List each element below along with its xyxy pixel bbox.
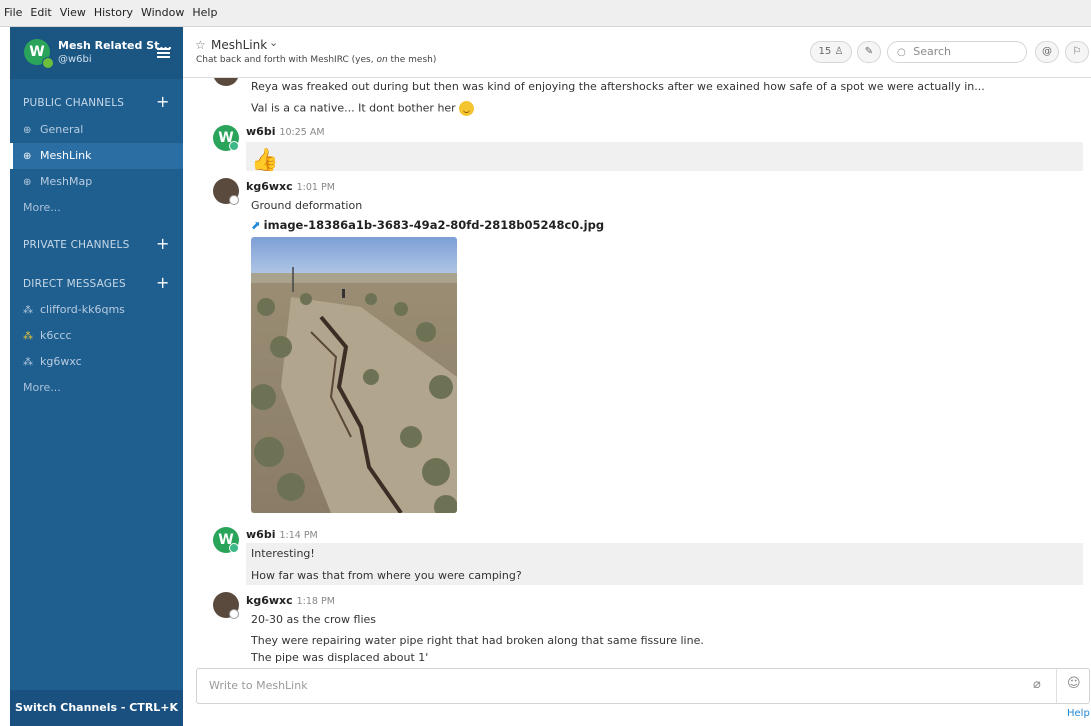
globe-icon: ⊕ <box>23 125 32 136</box>
online-status-icon <box>229 543 239 553</box>
switch-channels-button[interactable]: Switch Channels - CTRL+K <box>10 690 183 726</box>
add-direct-message-icon[interactable]: + <box>156 275 169 291</box>
timestamp[interactable]: 1:01 PM <box>297 182 335 193</box>
post-header: w6bi 1:14 PM <box>246 528 318 541</box>
message-text: Ground deformation <box>251 199 363 212</box>
post-highlight <box>246 142 1083 171</box>
username[interactable]: w6bi <box>246 528 275 541</box>
search-input[interactable]: ○ Search <box>887 41 1027 63</box>
team-header[interactable]: W Mesh Related St... @w6bi <box>10 27 183 79</box>
message-text: How far was that from where you were cam… <box>251 569 522 582</box>
composer-placeholder: Write to MeshLink <box>209 679 308 692</box>
timestamp[interactable]: 1:14 PM <box>279 530 317 541</box>
menu-view[interactable]: View <box>56 0 90 26</box>
menu-help[interactable]: Help <box>188 0 221 26</box>
smile-emoji-icon <box>458 101 474 116</box>
flag-icon[interactable]: ⚐ <box>1065 41 1089 63</box>
user-offline-icon: ⁂ <box>23 357 33 368</box>
direct-messages-title: DIRECT MESSAGES <box>23 278 126 290</box>
timestamp[interactable]: 10:25 AM <box>279 127 324 138</box>
message-text: The pipe was displaced about 1' <box>251 651 429 664</box>
composer-divider <box>1056 669 1057 703</box>
menu-edit[interactable]: Edit <box>26 0 55 26</box>
menu-file[interactable]: File <box>0 0 26 26</box>
menu-history[interactable]: History <box>90 0 137 26</box>
post-header: kg6wxc 1:18 PM <box>246 594 335 607</box>
favorite-star-icon[interactable]: ☆ <box>195 38 206 52</box>
globe-icon: ⊕ <box>23 177 32 188</box>
message-text: They were repairing water pipe right tha… <box>251 634 704 647</box>
message-text: 20-30 as the crow flies <box>251 613 377 626</box>
paperclip-icon[interactable]: ⌀ <box>1033 677 1041 692</box>
thumbs-up-emoji-icon: 👍 <box>251 148 279 173</box>
channel-header: ☆ MeshLink ⌄ Chat back and forth with Me… <box>183 27 1091 78</box>
team-name: Mesh Related St... <box>58 39 172 52</box>
sidebar-item-general[interactable]: ⊕ General <box>10 117 183 143</box>
ground-fissure-photo <box>251 237 457 513</box>
add-private-channel-icon[interactable]: + <box>156 236 169 252</box>
channel-purpose: Chat back and forth with MeshIRC (yes, o… <box>196 55 437 65</box>
member-count: 15 <box>818 46 832 57</box>
menu-bar: File Edit View History Window Help <box>0 0 1091 27</box>
post-header: kg6wxc 1:01 PM <box>246 180 335 193</box>
user-away-icon: ⁂ <box>23 331 33 342</box>
hamburger-menu-icon[interactable] <box>157 48 170 58</box>
sidebar-item-clifford-kk6qms[interactable]: ⁂ clifford-kk6qms <box>10 297 183 323</box>
sidebar-item-kg6wxc[interactable]: ⁂ kg6wxc <box>10 349 183 375</box>
username[interactable]: kg6wxc <box>246 180 293 193</box>
direct-more-link[interactable]: More... <box>10 375 183 401</box>
sidebar-item-k6ccc[interactable]: ⁂ k6ccc <box>10 323 183 349</box>
username[interactable]: w6bi <box>246 125 275 138</box>
avatar[interactable] <box>213 78 239 86</box>
offline-status-icon <box>229 195 239 205</box>
attached-image[interactable] <box>251 237 457 513</box>
menu-window[interactable]: Window <box>137 0 188 26</box>
public-channels-title: PUBLIC CHANNELS <box>23 97 125 109</box>
chevron-down-icon[interactable]: ⌄ <box>269 36 278 49</box>
link-icon: ⬈ <box>251 218 261 232</box>
message-text: Interesting! <box>251 547 315 560</box>
user-offline-icon: ⁂ <box>23 305 33 316</box>
public-more-link[interactable]: More... <box>10 195 183 221</box>
sidebar-item-meshmap[interactable]: ⊕ MeshMap <box>10 169 183 195</box>
help-link[interactable]: Help <box>1067 708 1090 719</box>
message-text: Reya was freaked out during but then was… <box>251 80 985 93</box>
message-list: Reya was freaked out during but then was… <box>183 78 1091 668</box>
sidebar: W Mesh Related St... @w6bi PUBLIC CHANNE… <box>10 27 186 726</box>
online-status-icon <box>42 57 54 69</box>
member-count-button[interactable]: 15 ♙ <box>810 41 852 63</box>
channel-name[interactable]: MeshLink <box>211 38 267 52</box>
member-icon: ♙ <box>834 46 844 57</box>
add-public-channel-icon[interactable]: + <box>156 94 169 110</box>
globe-icon: ⊕ <box>23 151 32 162</box>
emoji-picker-icon[interactable]: ☺ <box>1067 676 1081 691</box>
online-status-icon <box>229 141 239 151</box>
timestamp[interactable]: 1:18 PM <box>297 596 335 607</box>
search-icon: ○ <box>897 47 906 58</box>
file-attachment-link[interactable]: ⬈ image-18386a1b-3683-49a2-80fd-2818b0524… <box>251 218 604 232</box>
sidebar-item-meshlink[interactable]: ⊕ MeshLink <box>10 143 186 169</box>
private-channels-title: PRIVATE CHANNELS <box>23 239 130 251</box>
current-username: @w6bi <box>58 54 92 65</box>
post-header: w6bi 10:25 AM <box>246 125 325 138</box>
message-composer[interactable]: Write to MeshLink ⌀ ☺ <box>196 668 1090 704</box>
username[interactable]: kg6wxc <box>246 594 293 607</box>
pin-icon[interactable]: ✎ <box>857 41 881 63</box>
offline-status-icon <box>229 609 239 619</box>
message-text: Val is a ca native... It dont bother her <box>251 101 474 116</box>
mention-icon[interactable]: @ <box>1035 41 1059 63</box>
